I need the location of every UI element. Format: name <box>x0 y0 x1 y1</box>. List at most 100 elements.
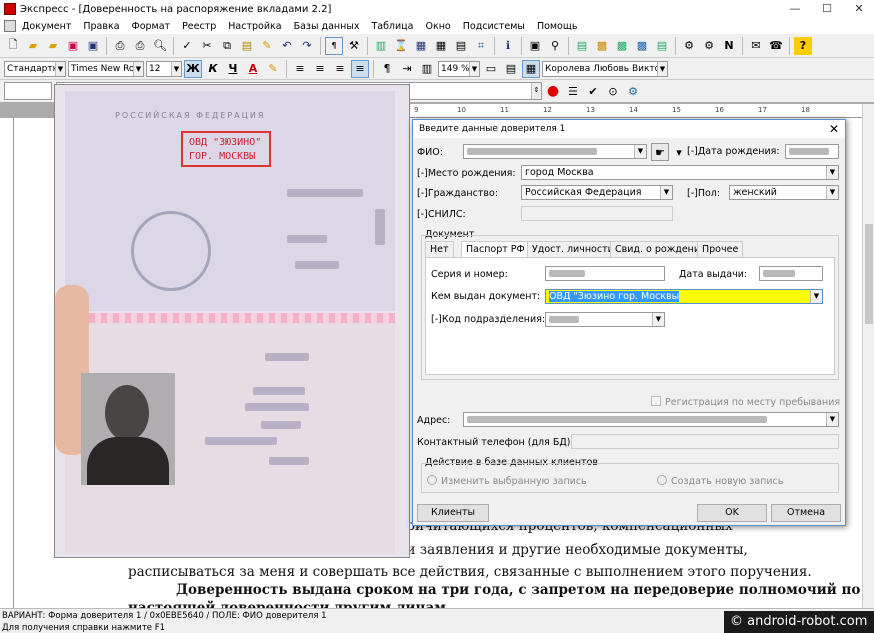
field-mode-icon[interactable]: ¶ <box>325 36 343 55</box>
columns-icon[interactable]: ▥ <box>418 60 436 78</box>
print-icon[interactable]: ⎙ <box>111 37 129 55</box>
phone-icon[interactable]: ☎ <box>767 37 785 55</box>
scrollbar-thumb[interactable] <box>865 224 873 324</box>
registration-checkbox[interactable]: Регистрация по месту пребывания <box>651 396 840 408</box>
tab-none[interactable]: Нет <box>425 241 454 257</box>
save-as-icon[interactable]: ▣ <box>64 37 82 55</box>
image3-icon[interactable]: ▩ <box>633 37 651 55</box>
save-icon[interactable]: ▣ <box>84 37 102 55</box>
issued-by-select[interactable]: ОВД "Зюзино гор. Москвы ▼ <box>545 289 823 304</box>
style-select[interactable]: Стандартны ▼ <box>4 60 66 77</box>
cancel-button[interactable]: Отмена <box>771 504 841 522</box>
justify-icon[interactable]: ≡ <box>351 59 369 78</box>
issue-date-input[interactable] <box>759 266 823 281</box>
align-center-icon[interactable]: ≡ <box>311 60 329 78</box>
new-document-icon[interactable]: 🗋 <box>4 37 22 55</box>
hourglass-icon[interactable]: ⌛ <box>392 37 410 55</box>
tab-other[interactable]: Прочее <box>697 241 744 257</box>
cut-icon[interactable]: ✂ <box>198 37 216 55</box>
birthplace-select[interactable]: город Москва ▼ <box>521 165 839 180</box>
gear-icon[interactable]: ⚙ <box>624 82 642 100</box>
copy-icon[interactable]: ⧉ <box>218 37 236 55</box>
print-preview-icon[interactable]: ⎙ <box>131 37 149 55</box>
menu-table[interactable]: Таблица <box>365 21 419 32</box>
check-icon[interactable]: ✔ <box>584 82 602 100</box>
user-select[interactable]: Королева Любовь Викторовна▼ <box>542 60 668 77</box>
attach-icon[interactable]: ⚲ <box>546 37 564 55</box>
redo-icon[interactable]: ↷ <box>298 37 316 55</box>
minimize-button[interactable]: — <box>780 0 810 18</box>
vertical-scrollbar[interactable] <box>862 104 874 608</box>
change-record-radio[interactable]: Изменить выбранную запись <box>427 475 587 487</box>
menu-registry[interactable]: Реестр <box>176 21 222 32</box>
sex-select[interactable]: женский ▼ <box>729 185 839 200</box>
dialog-close-button[interactable]: ✕ <box>829 120 839 138</box>
paste-icon[interactable]: ▤ <box>238 37 256 55</box>
tab-id-card[interactable]: Удост. личности <box>527 241 619 257</box>
outline-view-icon[interactable]: ▦ <box>522 59 540 78</box>
menu-databases[interactable]: Базы данных <box>288 21 366 32</box>
underline-button[interactable]: Ч <box>224 60 242 78</box>
ok-button[interactable]: OK <box>697 504 767 522</box>
menu-document[interactable]: Документ <box>16 21 77 32</box>
size-select[interactable]: 12 ▼ <box>146 60 182 77</box>
spellcheck-icon[interactable]: ✓ <box>178 37 196 55</box>
menu-subsystems[interactable]: Подсистемы <box>457 21 531 32</box>
layout-view-icon[interactable]: ▤ <box>502 60 520 78</box>
tools-icon[interactable]: ⚒ <box>345 37 363 55</box>
format-painter-icon[interactable]: ✎ <box>258 37 276 55</box>
settings-icon[interactable]: ⚙ <box>700 37 718 55</box>
calculator-icon[interactable]: ▦ <box>432 37 450 55</box>
align-left-icon[interactable]: ≡ <box>291 60 309 78</box>
field-input[interactable] <box>4 82 52 100</box>
counter-icon[interactable]: ▤ <box>452 37 470 55</box>
dob-input[interactable] <box>785 144 839 159</box>
clients-button[interactable]: Клиенты <box>417 504 489 522</box>
close-button[interactable]: ✕ <box>844 0 874 18</box>
camera-icon[interactable]: ▣ <box>526 37 544 55</box>
address-select[interactable]: ▼ <box>463 412 839 427</box>
open-folder-icon[interactable]: ▰ <box>24 37 42 55</box>
series-input[interactable] <box>545 266 665 281</box>
font-color-button[interactable]: A <box>244 60 262 78</box>
menu-format[interactable]: Формат <box>126 21 177 32</box>
network-icon[interactable]: ⌗ <box>472 37 490 55</box>
indent-icon[interactable]: ⇥ <box>398 60 416 78</box>
menu-window[interactable]: Окно <box>419 21 456 32</box>
document-icon[interactable]: ▤ <box>573 37 591 55</box>
down-circle-icon[interactable]: ⊙ <box>604 82 622 100</box>
menu-settings[interactable]: Настройка <box>222 21 287 32</box>
subdivision-select[interactable]: ▼ <box>545 312 665 327</box>
maximize-button[interactable]: ☐ <box>812 0 842 18</box>
dropdown-menu-icon[interactable]: ▾ <box>670 143 688 161</box>
image-icon[interactable]: ▩ <box>593 37 611 55</box>
preview-icon[interactable]: 🔍︎ <box>151 37 169 55</box>
document-system-icon[interactable] <box>4 20 16 32</box>
image2-icon[interactable]: ▩ <box>613 37 631 55</box>
pick-person-icon[interactable]: ☛ <box>651 143 669 161</box>
pilcrow-icon[interactable]: ¶ <box>378 60 396 78</box>
scanner-icon[interactable]: ⚙ <box>680 37 698 55</box>
font-select[interactable]: Times New Roma ▼ <box>68 60 144 77</box>
align-right-icon[interactable]: ≡ <box>331 60 349 78</box>
new-record-radio[interactable]: Создать новую запись <box>657 475 783 487</box>
page-view-icon[interactable]: ▭ <box>482 60 500 78</box>
brand-n-icon[interactable]: N <box>720 37 738 55</box>
book-icon[interactable]: ▥ <box>372 37 390 55</box>
list-icon[interactable]: ☰ <box>564 82 582 100</box>
export-icon[interactable]: ▤ <box>653 37 671 55</box>
open-recent-icon[interactable]: ▰ <box>44 37 62 55</box>
fio-input[interactable]: ▼ <box>463 144 647 159</box>
zoom-select[interactable]: 149 % ▼ <box>438 60 480 77</box>
tab-passport-rf[interactable]: Паспорт РФ <box>461 241 530 258</box>
help-icon[interactable]: ? <box>794 36 812 55</box>
highlighter-icon[interactable]: ✎ <box>264 60 282 78</box>
calendar-icon[interactable]: ▦ <box>412 37 430 55</box>
stop-icon[interactable]: ● <box>544 82 562 100</box>
citizenship-select[interactable]: Российская Федерация ▼ <box>521 185 673 200</box>
italic-button[interactable]: К <box>204 60 222 78</box>
phone-input[interactable] <box>571 434 839 449</box>
info-icon[interactable]: ℹ <box>499 37 517 55</box>
menu-help[interactable]: Помощь <box>531 21 583 32</box>
undo-icon[interactable]: ↶ <box>278 37 296 55</box>
